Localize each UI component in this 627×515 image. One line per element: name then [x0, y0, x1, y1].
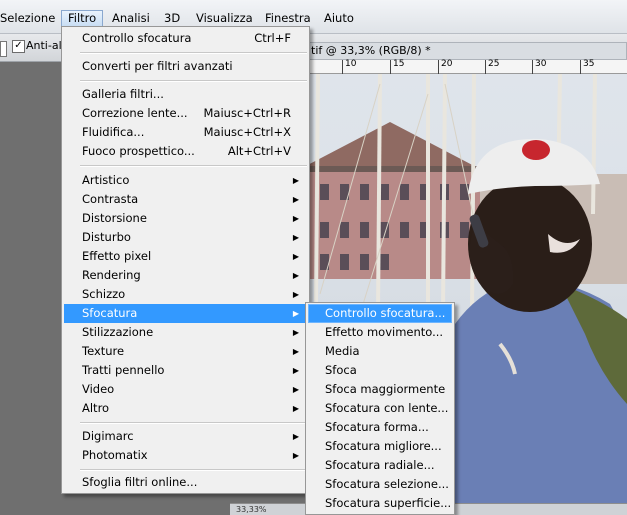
submenu-arrow-icon: ▶ — [292, 271, 299, 280]
submenu-item-sfoca[interactable]: Sfoca — [308, 361, 452, 380]
menu-item-effetto-pixel[interactable]: Effetto pixel ▶ — [64, 247, 307, 266]
filter-menu: Controllo sfocatura Ctrl+F Converti per … — [61, 26, 310, 494]
shortcut-label: Ctrl+F — [254, 31, 291, 45]
menu-item-video[interactable]: Video ▶ — [64, 380, 307, 399]
menu-selezione[interactable]: Selezione — [0, 10, 61, 28]
ruler-tick — [532, 60, 533, 74]
submenu-item-sfocatura-forma[interactable]: Sfocatura forma... — [308, 418, 452, 437]
ruler-tick — [580, 60, 581, 74]
submenu-item-media[interactable]: Media — [308, 342, 452, 361]
submenu-arrow-icon: ▶ — [292, 233, 299, 242]
ruler-tick — [438, 60, 439, 74]
shortcut-label: Maiusc+Ctrl+X — [203, 125, 291, 139]
ruler-label-20: 20 — [441, 59, 453, 69]
submenu-arrow-icon: ▶ — [292, 347, 299, 356]
menu-item-altro[interactable]: Altro ▶ — [64, 399, 307, 418]
submenu-arrow-icon: ▶ — [292, 214, 299, 223]
menu-item-galleria-filtri[interactable]: Galleria filtri... — [64, 85, 307, 104]
ruler-label-35: 35 — [583, 59, 595, 69]
ruler-tick — [485, 60, 486, 74]
menu-aiuto[interactable]: Aiuto — [318, 10, 360, 28]
menu-separator — [80, 52, 307, 54]
menu-item-artistico[interactable]: Artistico ▶ — [64, 171, 307, 190]
menu-item-correzione-lente[interactable]: Correzione lente... Maiusc+Ctrl+R — [64, 104, 307, 123]
submenu-item-sfocatura-migliore[interactable]: Sfocatura migliore... — [308, 437, 452, 456]
menu-separator — [80, 165, 307, 167]
building-cornice — [300, 166, 480, 172]
submenu-arrow-icon: ▶ — [292, 290, 299, 299]
ruler-tick — [390, 60, 391, 74]
menu-item-sfoglia-filtri-online[interactable]: Sfoglia filtri online... — [64, 473, 307, 492]
submenu-item-sfocatura-selezione[interactable]: Sfocatura selezione... — [308, 475, 452, 494]
menu-item-rendering[interactable]: Rendering ▶ — [64, 266, 307, 285]
anti-alias-checkbox[interactable]: ✓ — [12, 40, 25, 53]
menu-item-digimarc[interactable]: Digimarc ▶ — [64, 427, 307, 446]
submenu-arrow-icon: ▶ — [292, 195, 299, 204]
submenu-arrow-icon: ▶ — [292, 404, 299, 413]
menu-item-contrasta[interactable]: Contrasta ▶ — [64, 190, 307, 209]
submenu-arrow-icon: ▶ — [292, 328, 299, 337]
menu-separator — [80, 80, 307, 82]
submenu-item-effetto-movimento[interactable]: Effetto movimento... — [308, 323, 452, 342]
zoom-readout[interactable]: 33,33% — [236, 504, 267, 515]
ruler-label-25: 25 — [488, 59, 500, 69]
menu-item-texture[interactable]: Texture ▶ — [64, 342, 307, 361]
ruler-label-10: 10 — [345, 59, 357, 69]
submenu-arrow-icon: ▶ — [292, 432, 299, 441]
building-roof — [300, 122, 480, 169]
sfocatura-submenu: Controllo sfocatura... Effetto movimento… — [305, 302, 455, 515]
submenu-arrow-icon: ▶ — [292, 176, 299, 185]
menu-item-schizzo[interactable]: Schizzo ▶ — [64, 285, 307, 304]
menu-item-controllo-sfocatura[interactable]: Controllo sfocatura Ctrl+F — [64, 29, 307, 48]
menu-item-converti-filtri-avanzati[interactable]: Converti per filtri avanzati — [64, 57, 307, 76]
menu-item-distorsione[interactable]: Distorsione ▶ — [64, 209, 307, 228]
menu-item-sfocatura[interactable]: Sfocatura ▶ — [64, 304, 307, 323]
submenu-item-sfocatura-con-lente[interactable]: Sfocatura con lente... — [308, 399, 452, 418]
shortcut-label: Maiusc+Ctrl+R — [203, 106, 292, 120]
submenu-item-controllo-sfocatura[interactable]: Controllo sfocatura... — [308, 304, 452, 323]
menu-item-stilizzazione[interactable]: Stilizzazione ▶ — [64, 323, 307, 342]
submenu-arrow-icon: ▶ — [292, 252, 299, 261]
submenu-item-sfocatura-radiale[interactable]: Sfocatura radiale... — [308, 456, 452, 475]
submenu-item-sfoca-maggiormente[interactable]: Sfoca maggiormente — [308, 380, 452, 399]
ruler-tick — [342, 60, 343, 74]
menu-separator — [80, 469, 307, 471]
options-swatch[interactable] — [0, 41, 7, 57]
shortcut-label: Alt+Ctrl+V — [227, 144, 291, 158]
submenu-item-sfocatura-superficie[interactable]: Sfocatura superficie... — [308, 494, 452, 513]
document-title: tif @ 33,3% (RGB/8) * — [311, 44, 431, 57]
menu-item-disturbo[interactable]: Disturbo ▶ — [64, 228, 307, 247]
document-tab[interactable]: tif @ 33,3% (RGB/8) * — [305, 42, 627, 60]
menu-item-fuoco-prospettico[interactable]: Fuoco prospettico... Alt+Ctrl+V — [64, 142, 307, 161]
ruler-label-15: 15 — [393, 59, 405, 69]
menu-item-tratti-pennello[interactable]: Tratti pennello ▶ — [64, 361, 307, 380]
menu-separator — [80, 422, 307, 424]
menu-item-fluidifica[interactable]: Fluidifica... Maiusc+Ctrl+X — [64, 123, 307, 142]
menu-item-photomatix[interactable]: Photomatix ▶ — [64, 446, 307, 465]
submenu-arrow-icon: ▶ — [292, 451, 299, 460]
submenu-arrow-icon: ▶ — [292, 366, 299, 375]
cap-logo — [522, 140, 550, 160]
submenu-arrow-icon: ▶ — [292, 385, 299, 394]
ruler-label-30: 30 — [535, 59, 547, 69]
submenu-arrow-icon: ▶ — [292, 309, 299, 318]
